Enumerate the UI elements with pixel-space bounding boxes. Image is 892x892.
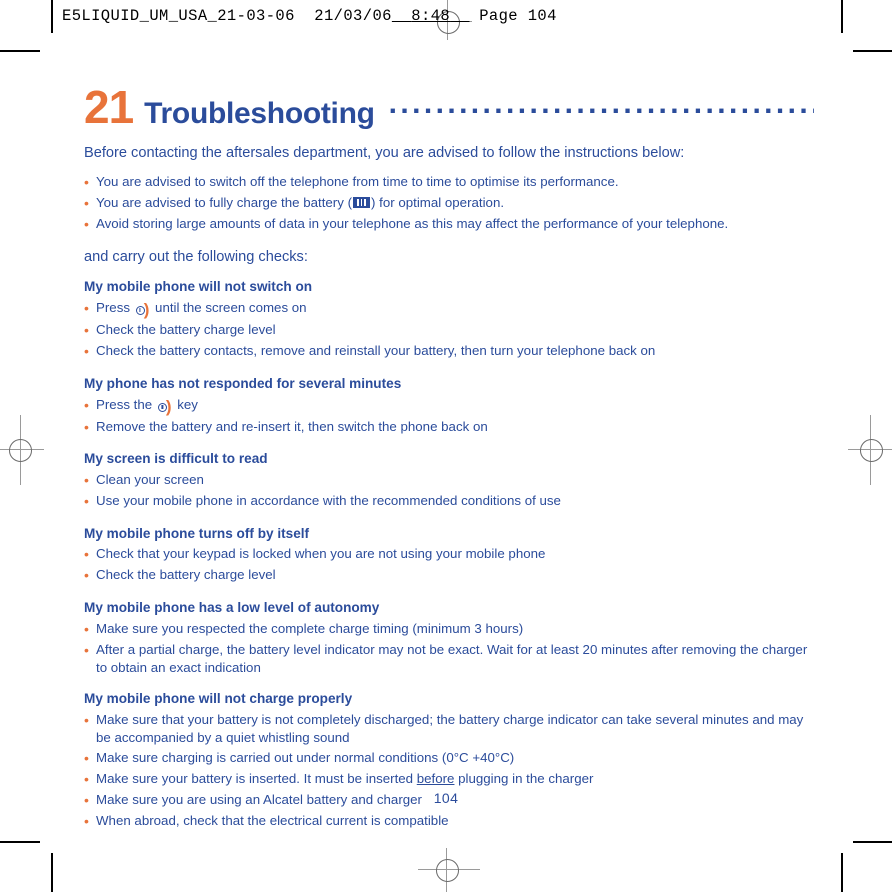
bullet-marker-icon: • xyxy=(84,471,89,488)
crop-mark-bottom-left-horizontal xyxy=(0,841,40,843)
section-bullet-list: • Make sure you respected the complete ch… xyxy=(84,620,814,676)
registration-mark-left-icon xyxy=(0,415,44,485)
running-header-page-label: Page 104 xyxy=(479,7,557,25)
list-item: • Avoid storing large amounts of data in … xyxy=(84,215,814,234)
list-item: • Make sure that your battery is not comp… xyxy=(84,711,814,746)
list-item-text: You are advised to switch off the teleph… xyxy=(96,174,619,190)
list-item-text: Check the battery charge level xyxy=(96,567,276,583)
section-bullet-list: • Press ) until the screen comes on • Check… xyxy=(84,299,814,361)
list-item: • Make sure charging is carried out under… xyxy=(84,749,814,768)
section-heading: My mobile phone has a low level of auton… xyxy=(84,600,380,616)
bullet-marker-icon: • xyxy=(84,749,89,766)
list-item-text: Press the ) key xyxy=(96,396,198,417)
registration-mark-right-icon xyxy=(848,415,892,485)
page-content: 21 Troubleshooting .....................… xyxy=(84,84,814,833)
list-item: • Make sure your battery is inserted. It … xyxy=(84,770,814,789)
intro-lead-text: Before contacting the aftersales departm… xyxy=(84,145,685,161)
list-item: • Remove the battery and re-insert it, th… xyxy=(84,418,814,437)
bullet-marker-icon: • xyxy=(84,299,89,316)
crop-mark-bottom-left-vertical xyxy=(51,853,53,892)
list-item-text: Make sure that your battery is not compl… xyxy=(96,711,804,745)
list-item: • Press ) until the screen comes on xyxy=(84,299,814,319)
list-item-text: Check the battery contacts, remove and r… xyxy=(96,343,656,359)
list-item-text: You are advised to fully charge the batt… xyxy=(96,195,505,211)
list-item: • Make sure you respected the complete ch… xyxy=(84,620,814,639)
chapter-number: 21 xyxy=(84,81,134,133)
troubleshooting-sections: My mobile phone will not switch on • Press… xyxy=(84,278,814,830)
list-item-text: After a partial charge, the battery leve… xyxy=(96,641,808,675)
crop-mark-bottom-right-horizontal xyxy=(853,841,892,843)
bullet-marker-icon: • xyxy=(84,493,89,510)
list-item-text: Make sure charging is carried out under … xyxy=(96,749,515,765)
list-item: • Check that your keypad is locked when y… xyxy=(84,545,814,564)
list-item-text: Avoid storing large amounts of data in y… xyxy=(96,216,729,232)
emphasised-word: before xyxy=(416,770,455,786)
list-item-text: Clean your screen xyxy=(96,471,204,487)
list-item: • Check the battery charge level xyxy=(84,566,814,585)
running-header-date: 21/03/06 xyxy=(314,7,392,25)
list-item: • Check the battery charge level xyxy=(84,321,814,340)
section-heading: My mobile phone turns off by itself xyxy=(84,525,310,541)
leader-dots-text: ........................................… xyxy=(388,89,814,119)
intro-bullet-list: • You are advised to switch off the telep… xyxy=(84,173,814,234)
section-heading: My screen is difficult to read xyxy=(84,451,268,467)
list-item-text: When abroad, check that the electrical c… xyxy=(96,813,449,829)
power-key-icon: ) xyxy=(135,301,149,319)
list-item: • You are advised to fully charge the bat… xyxy=(84,194,814,213)
power-key-icon: ) xyxy=(157,398,172,416)
list-item-text: Remove the battery and re-insert it, the… xyxy=(96,418,488,434)
bullet-marker-icon: • xyxy=(84,343,89,360)
bullet-marker-icon: • xyxy=(84,813,89,830)
section-heading: My mobile phone will not switch on xyxy=(84,279,313,295)
list-item: • Check the battery contacts, remove and … xyxy=(84,342,814,361)
bullet-marker-icon: • xyxy=(84,216,89,233)
section-heading: My phone has not responded for several m… xyxy=(84,375,402,391)
title-leader-dots: ........................................… xyxy=(389,89,814,123)
section-bullet-list: • Make sure that your battery is not comp… xyxy=(84,711,814,831)
section-bullet-list: • Press the ) key • Remove the battery and … xyxy=(84,396,814,437)
crop-mark-bottom-right-vertical xyxy=(841,853,843,892)
running-header: E5LIQUID_UM_USA_21-03-06 21/03/06 8:48 P… xyxy=(62,7,557,25)
list-item-text: Make sure your battery is inserted. It m… xyxy=(96,770,594,786)
bullet-marker-icon: • xyxy=(84,396,89,413)
section-bullet-list: • Clean your screen • Use your mobile phone… xyxy=(84,471,814,511)
bullet-marker-icon: • xyxy=(84,322,89,339)
list-item-text: Check the battery charge level xyxy=(96,322,276,338)
bullet-marker-icon: • xyxy=(84,620,89,637)
bullet-marker-icon: • xyxy=(84,641,89,658)
list-item: • Use your mobile phone in accordance wit… xyxy=(84,492,814,511)
battery-icon xyxy=(353,197,370,209)
bullet-marker-icon: • xyxy=(84,546,89,563)
running-header-filename: E5LIQUID_UM_USA_21-03-06 xyxy=(62,7,295,25)
list-item: • Press the ) key xyxy=(84,396,814,416)
crop-mark-top-left-vertical xyxy=(51,0,53,33)
list-item: • When abroad, check that the electrical … xyxy=(84,812,814,831)
bullet-marker-icon: • xyxy=(84,770,89,787)
page-title: Troubleshooting xyxy=(144,97,375,130)
bullet-marker-icon: • xyxy=(84,711,89,728)
list-item: • You are advised to switch off the telep… xyxy=(84,173,814,192)
registration-mark-bottom-icon xyxy=(418,848,480,892)
list-item-text: Make sure you respected the complete cha… xyxy=(96,620,524,636)
list-item-text: Check that your keypad is locked when yo… xyxy=(96,546,546,562)
chapter-title-row: 21 Troubleshooting .....................… xyxy=(84,84,814,130)
checks-lead-text: and carry out the following checks: xyxy=(84,249,308,266)
list-item-text: Use your mobile phone in accordance with… xyxy=(96,493,561,509)
crop-mark-top-left-horizontal xyxy=(0,50,40,52)
section-bullet-list: • Check that your keypad is locked when y… xyxy=(84,545,814,585)
bullet-marker-icon: • xyxy=(84,174,89,191)
section-heading: My mobile phone will not charge properly xyxy=(84,691,353,707)
crop-mark-top-right-horizontal xyxy=(853,50,892,52)
page-number: 104 xyxy=(433,790,459,806)
list-item: • After a partial charge, the battery lev… xyxy=(84,641,814,676)
bullet-marker-icon: • xyxy=(84,195,89,212)
crop-mark-top-right-vertical xyxy=(841,0,843,33)
bullet-marker-icon: • xyxy=(84,418,89,435)
running-header-time: 8:48 xyxy=(411,7,451,25)
list-item-text: Press ) until the screen comes on xyxy=(96,299,307,320)
list-item: • Clean your screen xyxy=(84,471,814,490)
bullet-marker-icon: • xyxy=(84,567,89,584)
